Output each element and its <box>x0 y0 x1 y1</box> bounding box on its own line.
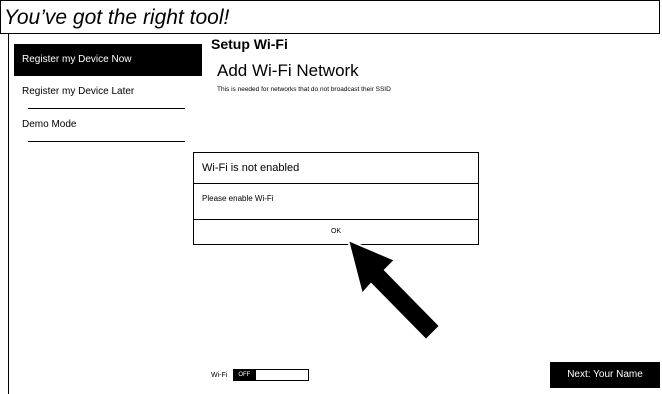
wifi-toggle-row: Wi-Fi OFF <box>211 369 310 381</box>
sidebar-item-register-later[interactable]: Register my Device Later <box>14 76 202 108</box>
section-title: Add Wi-Fi Network <box>217 61 359 80</box>
next-button[interactable]: Next: Your Name <box>550 362 660 388</box>
screen: You’ve got the right tool! Register my D… <box>0 0 662 394</box>
toggle-state: OFF <box>234 370 257 380</box>
main-heading: Setup Wi-Fi <box>211 36 288 52</box>
page-title: You’ve got the right tool! <box>0 0 660 34</box>
section-subtitle: This is needed for networks that do not … <box>217 86 391 93</box>
sidebar-item-register-now[interactable]: Register my Device Now <box>14 44 212 76</box>
wifi-toggle[interactable]: OFF <box>233 369 310 381</box>
wifi-label: Wi-Fi <box>211 371 228 379</box>
dialog-title: Wi-Fi is not enabled <box>194 153 478 184</box>
sidebar-item-label: Register my Device Later <box>22 86 135 97</box>
sidebar-item-demo-mode[interactable]: Demo Mode <box>14 109 202 141</box>
sidebar: Register my Device Now Register my Devic… <box>14 44 212 142</box>
dialog-message: Please enable Wi-Fi <box>194 184 478 220</box>
sidebar-divider <box>28 141 185 142</box>
sidebar-item-label: Register my Device Now <box>22 54 132 65</box>
arrow-pointer-icon <box>346 238 442 342</box>
sidebar-item-label: Demo Mode <box>22 119 77 130</box>
